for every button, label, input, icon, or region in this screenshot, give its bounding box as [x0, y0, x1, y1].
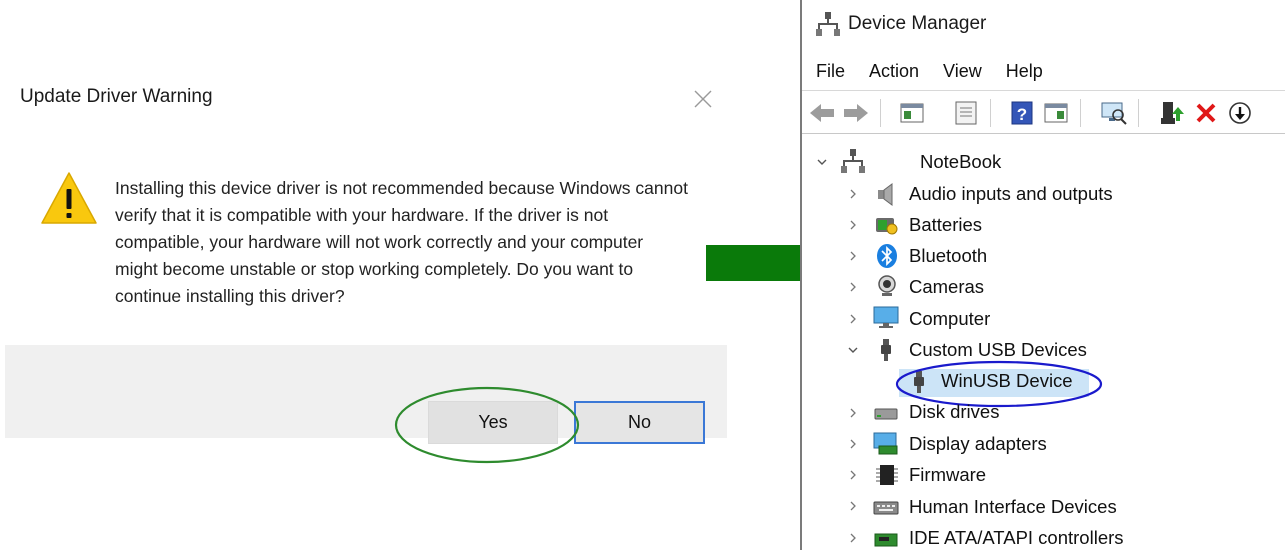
menu-help[interactable]: Help — [1006, 61, 1043, 82]
toolbar-separator — [1138, 99, 1139, 127]
tree-item-cameras[interactable]: Cameras — [909, 276, 984, 298]
tree-item-computer[interactable]: Computer — [909, 308, 990, 330]
chevron-right-icon[interactable] — [847, 407, 859, 419]
disk-drive-icon — [874, 408, 898, 420]
menu-action[interactable]: Action — [869, 61, 919, 82]
chevron-right-icon[interactable] — [847, 188, 859, 200]
chevron-down-icon[interactable] — [847, 344, 859, 356]
chevron-right-icon[interactable] — [847, 313, 859, 325]
toolbar: ? — [802, 90, 1285, 134]
tree-item-firmware[interactable]: Firmware — [909, 464, 986, 486]
chevron-right-icon[interactable] — [847, 469, 859, 481]
dialog-title: Update Driver Warning — [20, 86, 213, 107]
chevron-right-icon[interactable] — [847, 532, 859, 544]
chevron-right-icon[interactable] — [847, 219, 859, 231]
device-manager-icon — [816, 12, 840, 36]
tree-item-ide-ata[interactable]: IDE ATA/ATAPI controllers — [909, 527, 1124, 549]
disable-device-icon[interactable] — [1226, 99, 1254, 127]
chevron-right-icon[interactable] — [847, 500, 859, 512]
usb-plug-icon — [914, 371, 924, 393]
tree-item-hid[interactable]: Human Interface Devices — [909, 496, 1117, 518]
device-manager-window: Device Manager File Action View Help ? — [800, 0, 1285, 550]
menu-file[interactable]: File — [816, 61, 845, 82]
tree-item-custom-usb[interactable]: Custom USB Devices — [909, 339, 1087, 361]
usb-plug-icon — [881, 339, 891, 361]
menu-view[interactable]: View — [943, 61, 982, 82]
close-icon[interactable] — [690, 86, 716, 112]
show-hide-console-tree-icon[interactable] — [898, 99, 926, 127]
forward-arrow-icon[interactable] — [842, 99, 870, 127]
warning-icon — [41, 172, 97, 224]
tree-item-bluetooth[interactable]: Bluetooth — [909, 245, 987, 267]
firmware-chip-icon — [876, 465, 898, 485]
help-icon[interactable]: ? — [1008, 99, 1036, 127]
hid-keyboard-icon — [873, 501, 899, 515]
properties-icon[interactable] — [952, 99, 980, 127]
tree-item-display-adapters[interactable]: Display adapters — [909, 433, 1047, 455]
menu-bar: File Action View Help — [816, 61, 1067, 82]
uninstall-device-icon[interactable] — [1192, 99, 1220, 127]
tree-root-label[interactable]: NoteBook — [920, 151, 1001, 173]
scan-hardware-icon[interactable] — [1100, 99, 1128, 127]
tree-item-batteries[interactable]: Batteries — [909, 214, 982, 236]
no-button[interactable]: No — [574, 401, 705, 444]
update-driver-icon[interactable] — [1158, 99, 1186, 127]
warning-message: Installing this device driver is not rec… — [115, 178, 688, 306]
chevron-right-icon[interactable] — [847, 250, 859, 262]
back-arrow-icon[interactable] — [808, 99, 836, 127]
tree-item-winusb-device[interactable]: WinUSB Device — [941, 370, 1073, 392]
battery-icon — [876, 218, 898, 235]
speaker-icon — [878, 183, 893, 206]
svg-text:?: ? — [1017, 105, 1027, 124]
toolbar-separator — [880, 99, 881, 127]
toolbar-separator — [990, 99, 991, 127]
action-pane-icon[interactable] — [1042, 99, 1070, 127]
display-adapter-icon — [873, 432, 898, 455]
monitor-icon — [873, 306, 899, 328]
chevron-right-icon[interactable] — [847, 281, 859, 293]
chevron-right-icon[interactable] — [847, 438, 859, 450]
ide-controller-icon — [874, 533, 898, 547]
yes-button[interactable]: Yes — [428, 401, 558, 444]
computer-tree-root-icon — [841, 149, 865, 173]
toolbar-separator — [1080, 99, 1081, 127]
window-title: Device Manager — [848, 13, 987, 34]
tree-item-audio[interactable]: Audio inputs and outputs — [909, 183, 1113, 205]
camera-icon — [878, 275, 896, 296]
chevron-down-icon[interactable] — [816, 156, 828, 168]
tree-item-disk-drives[interactable]: Disk drives — [909, 401, 999, 423]
bluetooth-icon — [877, 244, 897, 268]
